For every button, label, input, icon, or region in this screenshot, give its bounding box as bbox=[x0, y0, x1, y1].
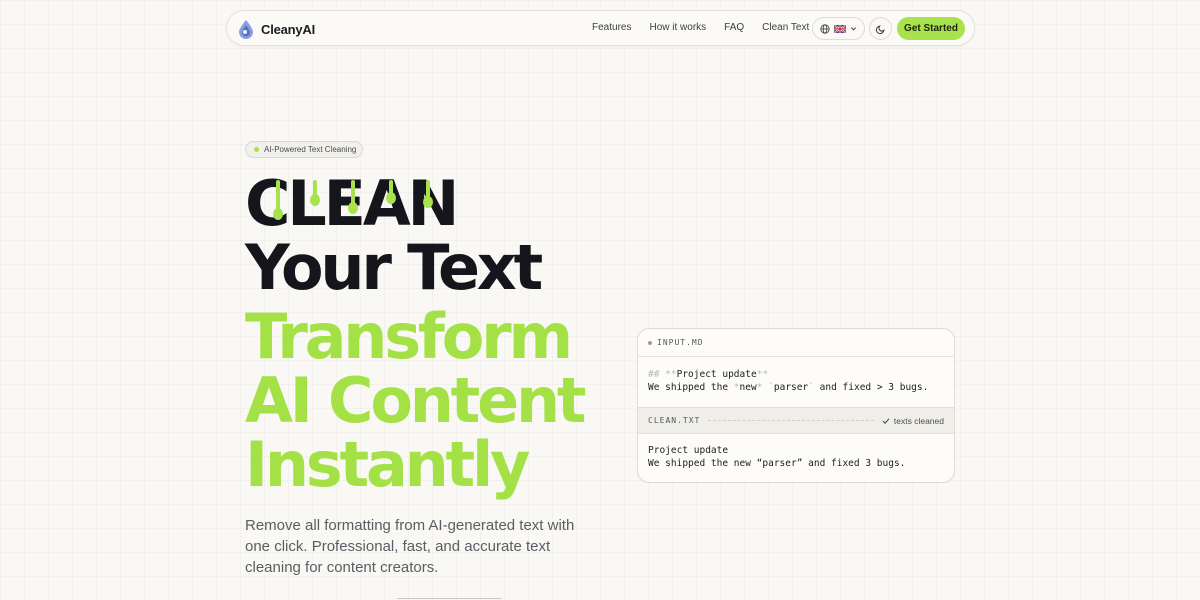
badge-text: AI-Powered Text Cleaning bbox=[264, 145, 357, 154]
globe-icon bbox=[820, 23, 830, 34]
status-text: texts cleaned bbox=[893, 415, 944, 426]
nav-link-clean-text[interactable]: Clean Text bbox=[762, 22, 809, 33]
cut-off-element bbox=[397, 598, 502, 599]
navbar: CleanyAI Features How it works FAQ Clean… bbox=[226, 10, 975, 46]
input-header: INPUT.MD bbox=[638, 329, 954, 357]
brand-logo[interactable]: CleanyAI bbox=[237, 19, 315, 39]
uk-flag-icon bbox=[834, 24, 846, 33]
moon-icon bbox=[875, 24, 885, 34]
md-syntax: ** bbox=[756, 369, 769, 380]
md-syntax: ## ** bbox=[648, 369, 677, 380]
headline-your-text: Your Text bbox=[245, 231, 543, 304]
md-text: parser bbox=[773, 381, 809, 393]
drip-decoration-icon bbox=[273, 180, 433, 220]
headline-instantly: Instantly bbox=[245, 428, 530, 501]
status-badge: texts cleaned bbox=[882, 416, 944, 426]
theme-toggle-button[interactable] bbox=[869, 17, 892, 40]
nav-link-features[interactable]: Features bbox=[592, 22, 631, 33]
nav-links: Features How it works FAQ Clean Text bbox=[592, 22, 809, 33]
nav-link-faq[interactable]: FAQ bbox=[724, 22, 744, 33]
file-dot-icon bbox=[648, 340, 652, 345]
md-text: and fixed > 3 bugs. bbox=[813, 381, 929, 393]
md-text: Project update bbox=[676, 369, 757, 380]
output-content: Project update We shipped the new “parse… bbox=[638, 434, 954, 470]
headline-ai-content: AI Content bbox=[245, 364, 587, 437]
demo-card: INPUT.MD ## **Project update** We shippe… bbox=[637, 328, 955, 483]
output-line-1: Project update bbox=[648, 445, 729, 456]
hero-description: Remove all formatting from AI-generated … bbox=[245, 517, 575, 576]
input-content: ## **Project update** We shipped the *ne… bbox=[638, 357, 954, 407]
feature-badge: AI-Powered Text Cleaning bbox=[245, 141, 363, 158]
headline-transform: Transform bbox=[245, 300, 573, 373]
brand-name: CleanyAI bbox=[261, 21, 316, 37]
md-text: We shipped the bbox=[648, 381, 734, 393]
input-line-1: ## **Project update** bbox=[648, 369, 944, 382]
md-syntax: ` bbox=[762, 381, 774, 393]
chevron-down-icon bbox=[850, 27, 857, 31]
md-text: new bbox=[739, 381, 757, 393]
get-started-button[interactable]: Get Started bbox=[897, 17, 965, 40]
input-file-label: INPUT.MD bbox=[657, 338, 704, 347]
nav-link-how-it-works[interactable]: How it works bbox=[649, 22, 706, 33]
divider bbox=[708, 420, 874, 421]
badge-dot-icon bbox=[254, 147, 259, 152]
language-selector[interactable] bbox=[812, 17, 865, 40]
output-file-label: CLEAN.TXT bbox=[648, 416, 701, 425]
droplet-icon bbox=[239, 20, 253, 39]
output-line-2: We shipped the new “parser” and fixed 3 … bbox=[648, 457, 906, 469]
check-icon bbox=[882, 417, 890, 424]
output-header: CLEAN.TXT texts cleaned bbox=[638, 407, 954, 434]
input-line-2: We shipped the *new* `parser` and fixed … bbox=[648, 382, 944, 395]
